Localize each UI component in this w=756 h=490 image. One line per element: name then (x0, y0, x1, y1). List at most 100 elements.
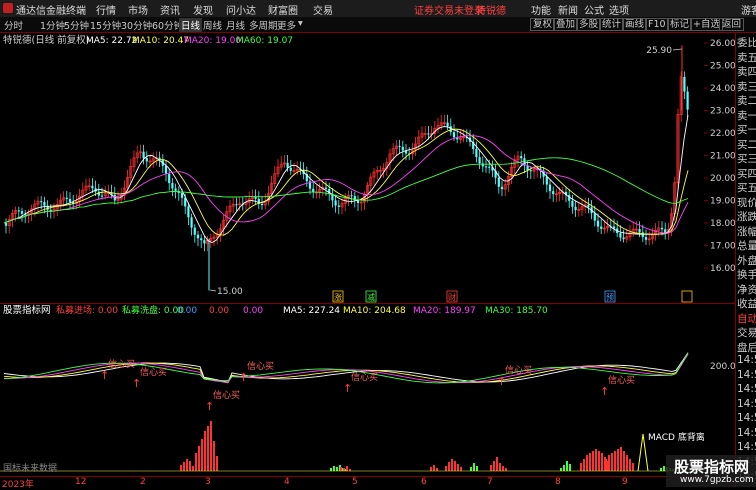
quote-panel-label: 交易 (737, 327, 756, 339)
guest-label[interactable]: 游客 (741, 2, 756, 17)
f10-button[interactable]: F10 (645, 18, 669, 31)
quote-panel-label: 净资 (737, 283, 756, 296)
time-label: 7 (487, 477, 493, 487)
tab-daily[interactable]: 日线 (179, 18, 203, 32)
indicator-bar (336, 467, 338, 471)
quote-panel-label: 买三 (737, 153, 756, 165)
indicator-bar (617, 449, 619, 471)
overlay-button[interactable]: 叠加 (553, 18, 579, 31)
menu-hangqing[interactable]: 行情 (96, 2, 116, 17)
candle-body (488, 166, 491, 168)
tab-5min[interactable]: 5分钟 (64, 18, 89, 32)
indicator-bar (502, 466, 504, 471)
quote-panel: 委比 卖五 卖四 卖三 卖二 卖一 买一 买二 买三 买四 买五 现价 涨跌 涨幅 总量 外盘 换手 净资 收益 自动… (735, 33, 756, 487)
indicator-bar (623, 451, 625, 471)
indicator-chart[interactable]: 股票指标网 私募进场: 0.00 私募洗盘: 0.000.00 0.00 0.00 MA… (0, 303, 704, 475)
indicator-bar (457, 464, 459, 471)
menu-xinwen[interactable]: 新闻 (558, 2, 578, 17)
signal-label: 信心买 (608, 374, 635, 386)
menu-shichang[interactable]: 市场 (128, 2, 148, 17)
indicator-bar (476, 466, 478, 471)
watermark-logo: 股票指标网 www.7gpzb.com (666, 455, 756, 487)
signal-label: 信心买 (140, 366, 167, 378)
time-label: 5 (352, 477, 358, 487)
candle-body (683, 76, 686, 92)
indicator-bar (192, 466, 194, 471)
candle-body (529, 170, 532, 172)
time-label: 2 (140, 477, 146, 487)
multi-stock-button[interactable]: 多股 (576, 18, 602, 31)
indicator-bar (505, 468, 507, 471)
menu-jiaoyi[interactable]: 交易 (313, 2, 333, 17)
candle-body (552, 191, 555, 195)
draw-line-button[interactable]: 画线 (622, 18, 648, 31)
low-price-label: 15.00 (217, 287, 243, 297)
ma-legend-item: MA10: 20.47 (132, 36, 189, 46)
tab-multi-period[interactable]: 多周期 (249, 18, 278, 32)
chevron-down-icon[interactable]: ▾ (298, 18, 303, 29)
indicator-legend-item: MA20: 189.97 (413, 306, 476, 316)
indicator-bar (343, 468, 345, 471)
time-label: 2023年 (2, 480, 34, 490)
candle-body (520, 156, 523, 159)
indicator-tick: 200.0 (710, 362, 735, 372)
candle-body (619, 233, 622, 238)
menu-zixun[interactable]: 资讯 (160, 2, 180, 17)
quote-panel-label: 自动 (737, 312, 756, 325)
candle-body (193, 227, 196, 235)
menu-caifuquan[interactable]: 财富圈 (268, 2, 298, 17)
indicator-bar (601, 453, 603, 471)
menu-faxian[interactable]: 发现 (193, 2, 213, 17)
fuquan-button[interactable]: 复权 (530, 18, 556, 31)
mark-button[interactable]: 标记 (667, 18, 693, 31)
tab-15min[interactable]: 15分钟 (90, 18, 121, 32)
indicator-bar (201, 439, 203, 471)
indicator-bar (586, 455, 588, 471)
menu-wenxiaoda[interactable]: 问小达 (226, 2, 256, 17)
back-button[interactable]: 返回 (719, 18, 745, 31)
candle-body (324, 187, 328, 189)
candle-body (398, 145, 401, 147)
login-alert[interactable]: 证券交易未登录 (414, 2, 484, 17)
indicator-bar (448, 462, 450, 471)
tab-more[interactable]: 更多 (277, 18, 296, 32)
menu-gongshi[interactable]: 公式 (584, 2, 604, 17)
indicator-bar (207, 426, 209, 471)
kline-chart[interactable]: 特锐德(日线 前复权) MA5: 22.72MA10: 20.47MA20: 1… (0, 33, 704, 303)
event-label: 涨 (334, 292, 342, 302)
indicator-bar (563, 465, 565, 471)
candle-body (475, 149, 478, 158)
indicator-bar (216, 456, 218, 471)
price-tick: 21.00 (710, 152, 735, 162)
indicator-bar (611, 453, 613, 471)
candle-body (40, 201, 43, 203)
candle-body (571, 200, 574, 207)
tab-fenshi[interactable]: 分时 (4, 18, 23, 32)
indicator-bar (451, 459, 453, 471)
candle-body (203, 240, 206, 244)
tab-1min[interactable]: 1分钟 (40, 18, 65, 32)
quote-panel-label: 涨幅 (737, 225, 756, 238)
quote-panel-label: 买二 (737, 138, 756, 151)
stock-name-alert[interactable]: 特锐德 (476, 2, 506, 17)
indicator-bar (333, 466, 335, 471)
indicator-bar (460, 467, 462, 471)
price-tick: 23.00 (710, 107, 735, 117)
signal-label: 信心买 (108, 358, 135, 370)
high-price-label: 25.90 (646, 46, 672, 56)
indicator-bar (499, 463, 501, 471)
macd-divergence-label: MACD 底背离 (648, 431, 704, 443)
candle-body (593, 213, 596, 221)
tab-weekly[interactable]: 周线 (203, 18, 222, 32)
event-marker[interactable] (681, 290, 693, 303)
candle-body (500, 186, 504, 190)
tab-30min[interactable]: 30分钟 (121, 18, 152, 32)
statistics-button[interactable]: 统计 (599, 18, 625, 31)
quote-panel-label: 涨跌 (737, 211, 756, 223)
menu-gongneng[interactable]: 功能 (531, 2, 551, 17)
indicator-bar (632, 463, 634, 471)
quote-panel-label: 外盘 (737, 254, 756, 267)
tab-monthly[interactable]: 月线 (226, 18, 245, 32)
candle-body (100, 195, 104, 197)
menu-xuanxiang[interactable]: 选项 (609, 2, 629, 17)
